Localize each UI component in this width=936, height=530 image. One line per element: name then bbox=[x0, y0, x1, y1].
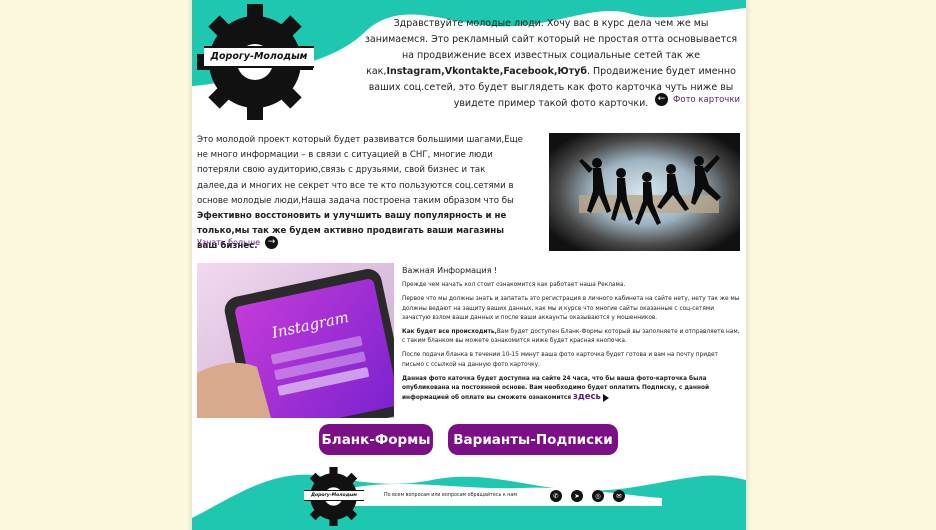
instagram-phone-photo: Instagram bbox=[197, 263, 394, 418]
triangle-right-icon bbox=[602, 393, 609, 402]
here-link[interactable]: здесь bbox=[573, 393, 609, 402]
footer-logo-text: Дорогу-Молодым bbox=[304, 490, 364, 501]
arrow-right-icon: → bbox=[265, 236, 279, 249]
important-info: Важная Информация ! Прежде чем начать ко… bbox=[402, 266, 740, 408]
group-photo bbox=[549, 133, 740, 251]
info-p2: Первое что мы должны знать и запатать эт… bbox=[402, 296, 740, 321]
info-p3: Как будет все происходить,Вам будет дост… bbox=[402, 328, 740, 346]
logo-text: Дорогу-Молодым bbox=[204, 46, 314, 68]
photo-cards-link[interactable]: ← Фото карточки bbox=[655, 93, 740, 106]
footer-text: По всем вопросам или вопросам обращайтес… bbox=[384, 493, 517, 498]
subscriptions-button[interactable]: Варианты-Подписки bbox=[448, 424, 618, 455]
forms-button[interactable]: Бланк-Формы bbox=[319, 424, 433, 455]
learn-more-label: Узнать больше bbox=[197, 238, 261, 247]
whatsapp-icon[interactable]: ✆ bbox=[550, 490, 562, 502]
here-label: здесь bbox=[572, 392, 601, 403]
social-links: ✆ ➤ ◎ ✉ bbox=[550, 490, 625, 502]
info-p4: После подачи бланка в течении 10-15 мину… bbox=[402, 352, 718, 368]
info-p3-bold: Как будет все происходить, bbox=[402, 329, 497, 336]
photo-cards-label: Фото карточки bbox=[673, 94, 740, 105]
page: Дорогу-Молодым Здравствуйте молодые люди… bbox=[192, 0, 746, 530]
telegram-icon[interactable]: ➤ bbox=[571, 490, 583, 502]
info-p5-bold: Данная фото каточка будет доступна на са… bbox=[402, 375, 710, 402]
info-title: Важная Информация ! bbox=[402, 266, 498, 275]
mail-icon[interactable]: ✉ bbox=[613, 490, 625, 502]
intro-socials: Instagram,Vkontakte,Facebook,Ютуб bbox=[386, 66, 587, 77]
instagram-icon[interactable]: ◎ bbox=[592, 490, 604, 502]
arrow-left-icon: ← bbox=[655, 93, 669, 106]
info-p5: Данная фото каточка будет доступна на са… bbox=[402, 375, 740, 404]
learn-more-link[interactable]: Узнать больше → bbox=[197, 236, 279, 249]
info-p1: Прежде чем начать кол стоит ознакомится … bbox=[402, 282, 626, 289]
about-body: Это молодой проект который будет развива… bbox=[197, 135, 523, 206]
